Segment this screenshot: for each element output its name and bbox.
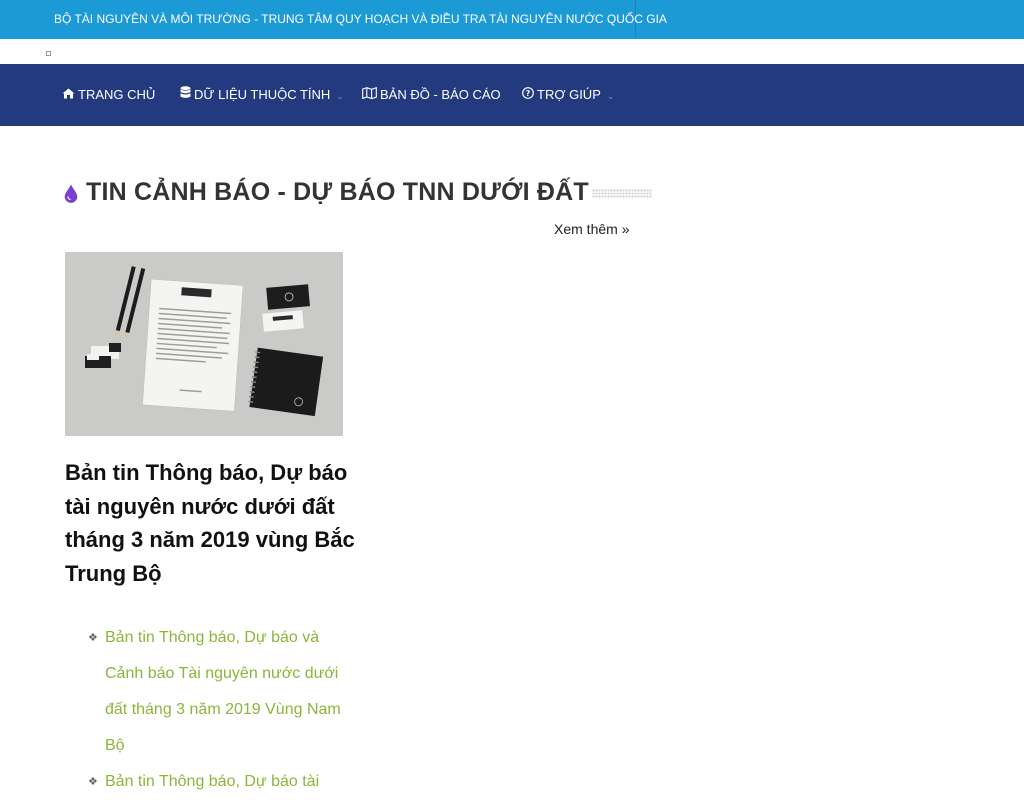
database-icon [180, 64, 191, 126]
top-bar: BỘ TÀI NGUYÊN VÀ MÔI TRƯỜNG - TRUNG TÂM … [0, 0, 1024, 39]
diamond-bullet-icon: ❖ [88, 776, 98, 788]
related-article-title: Bản tin Thông báo, Dự báo và Cảnh báo Tà… [105, 629, 341, 754]
featured-article-title[interactable]: Bản tin Thông báo, Dự báo tài nguyên nướ… [65, 456, 355, 590]
svg-text:?: ? [526, 89, 531, 98]
organization-name: BỘ TÀI NGUYÊN VÀ MÔI TRƯỜNG - TRUNG TÂM … [0, 0, 667, 39]
featured-thumbnail[interactable] [65, 252, 343, 436]
section-title: TIN CẢNH BÁO - DỰ BÁO TNN DƯỚI ĐẤT [86, 178, 589, 206]
question-circle-icon: ? [522, 64, 534, 126]
list-item[interactable]: ❖ Bản tin Thông báo, Dự báo tài [88, 764, 348, 800]
map-icon [362, 64, 377, 126]
nav-label-home: TRANG CHỦ [78, 87, 156, 102]
stationery-mockup-image [65, 252, 343, 436]
logo-strip [0, 39, 1024, 64]
nav-item-help[interactable]: ? TRỢ GIÚP ⌄ [522, 64, 614, 126]
broken-image-icon [46, 51, 51, 56]
nav-item-home[interactable]: TRANG CHỦ [62, 64, 155, 126]
main-nav: TRANG CHỦ DỮ LIỆU THUỘC TÍNH ⌄ BẢN ĐỒ - B… [0, 64, 1024, 126]
related-articles-list: ❖ Bản tin Thông báo, Dự báo và Cảnh báo T… [88, 620, 348, 800]
nav-label-attribute-data: DỮ LIỆU THUỘC TÍNH [194, 87, 331, 102]
nav-label-maps-reports: BẢN ĐỒ - BÁO CÁO [380, 87, 501, 102]
see-more-link[interactable]: Xem thêm » [554, 221, 629, 237]
nav-label-help: TRỢ GIÚP [537, 87, 601, 102]
nav-item-maps-reports[interactable]: BẢN ĐỒ - BÁO CÁO [362, 64, 501, 126]
home-icon [62, 64, 75, 126]
water-drop-icon [64, 184, 78, 208]
related-article-title: Bản tin Thông báo, Dự báo tài [105, 773, 320, 790]
diamond-bullet-icon: ❖ [88, 632, 98, 644]
chevron-down-icon: ⌄ [336, 90, 344, 101]
list-item[interactable]: ❖ Bản tin Thông báo, Dự báo và Cảnh báo T… [88, 620, 348, 764]
chevron-down-icon: ⌄ [606, 90, 615, 101]
nav-item-attribute-data[interactable]: DỮ LIỆU THUỘC TÍNH ⌄ [180, 64, 344, 126]
title-divider-pattern [592, 189, 652, 198]
